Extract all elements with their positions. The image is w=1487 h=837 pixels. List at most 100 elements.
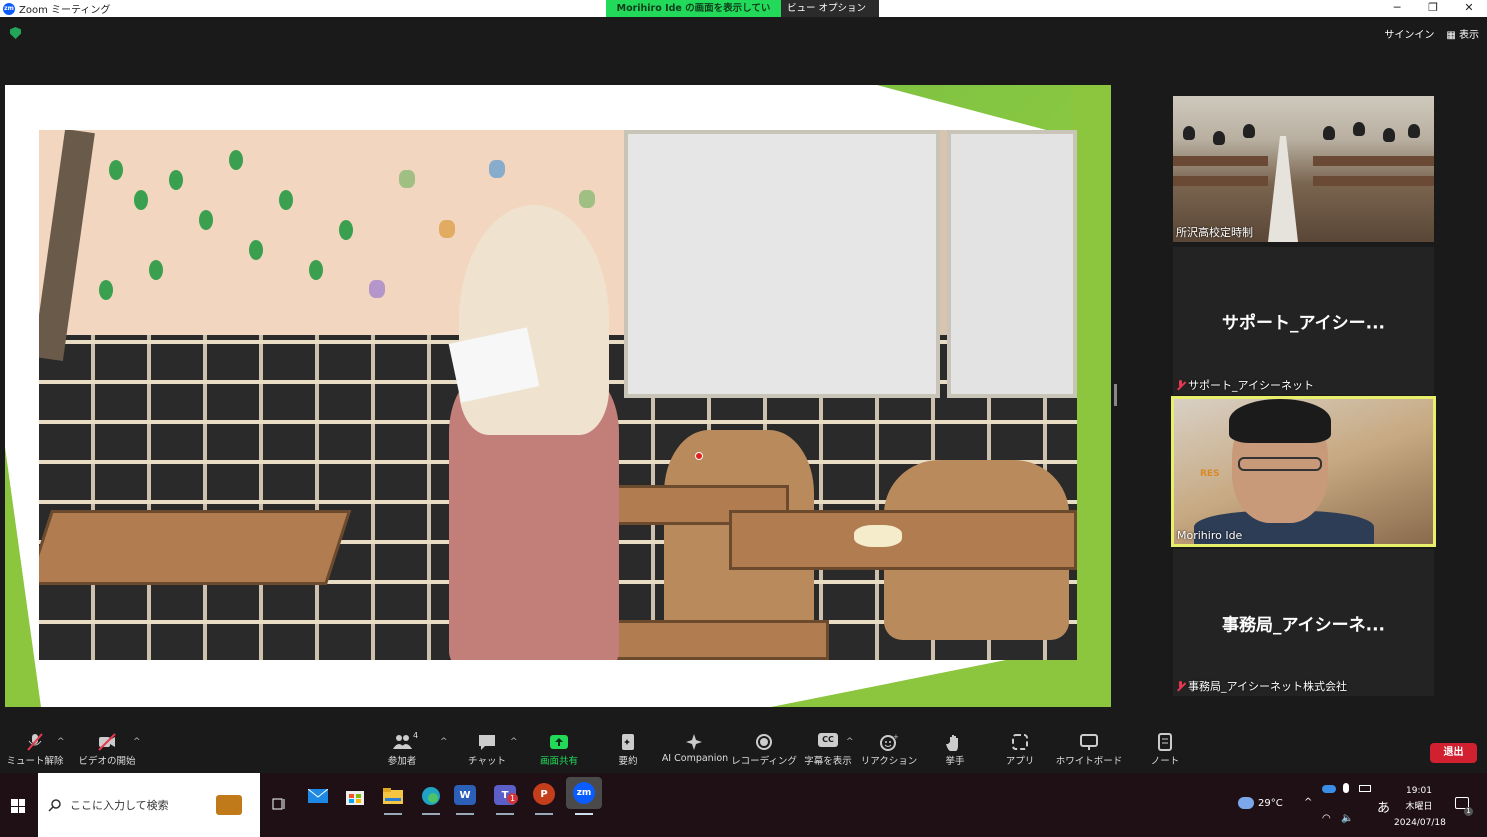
whiteboard-left <box>624 130 940 398</box>
mural-leaf <box>134 190 148 210</box>
wifi-icon[interactable]: ◠ <box>1322 813 1331 824</box>
clock-weekday: 木曜日 <box>1405 802 1433 812</box>
student <box>1243 124 1255 138</box>
word-icon[interactable]: W <box>454 785 476 805</box>
battery-icon[interactable] <box>1359 785 1371 792</box>
close-button[interactable]: ✕ <box>1451 0 1487 17</box>
background-sign: RES <box>1200 469 1220 479</box>
whiteboard-button[interactable]: ホワイトボード <box>1048 733 1130 767</box>
student <box>1213 131 1225 145</box>
taskbar-search-box[interactable]: ここに入力して検索 <box>38 773 260 837</box>
leave-button[interactable]: 退出 <box>1430 743 1477 763</box>
speaker-video: RES <box>1174 399 1433 544</box>
mural-handprint <box>489 160 505 178</box>
mural-leaf <box>149 260 163 280</box>
student <box>1383 128 1395 142</box>
chat-chevron-icon[interactable]: ^ <box>510 737 518 747</box>
ime-indicator[interactable]: あ <box>1377 797 1390 816</box>
mural-leaf <box>249 240 263 260</box>
participants-button[interactable]: 4 参加者 <box>361 731 443 767</box>
security-shield-icon[interactable] <box>10 27 21 39</box>
search-placeholder: ここに入力して検索 <box>70 799 169 812</box>
share-status-label: Morihiro Ide の画面を表示しています <box>606 0 781 31</box>
video-tile-active-speaker[interactable]: RES Morihiro Ide <box>1171 396 1436 547</box>
desk <box>729 510 1077 570</box>
weather-cloud-icon <box>1238 797 1254 809</box>
minimize-button[interactable]: ─ <box>1379 0 1415 17</box>
slide-photo <box>39 130 1077 660</box>
restore-button[interactable]: ❐ <box>1415 0 1451 17</box>
clock-date: 2024/07/18 <box>1394 818 1446 828</box>
mural-leaf <box>99 280 113 300</box>
glasses <box>1238 457 1322 471</box>
weather-widget[interactable]: 29°C <box>1238 797 1283 809</box>
weather-temp: 29°C <box>1258 797 1283 809</box>
mural-leaf <box>109 160 123 180</box>
outlook-mail-icon[interactable] <box>303 781 333 811</box>
volume-icon[interactable]: 🔈 <box>1341 813 1353 824</box>
sparkle-icon <box>686 734 702 750</box>
app-running-indicator <box>575 813 593 815</box>
whiteboard-icon <box>1080 734 1098 750</box>
tile-name: Morihiro Ide <box>1177 529 1242 542</box>
app-running-indicator <box>535 813 553 815</box>
windows-start-icon[interactable] <box>11 799 25 813</box>
powerpoint-icon[interactable]: P <box>533 783 555 805</box>
video-tile[interactable]: サポート_アイシー... サポート_アイシーネット <box>1173 247 1434 395</box>
captions-icon: CC <box>818 733 838 747</box>
summary-icon <box>622 734 634 750</box>
video-off-icon <box>98 733 116 751</box>
microsoft-store-icon[interactable] <box>340 781 370 811</box>
video-tile[interactable]: 事務局_アイシーネ... 事務局_アイシーネット株式会社 <box>1173 549 1434 696</box>
svg-text:+: + <box>893 733 899 741</box>
microphone-icon[interactable] <box>1343 783 1349 793</box>
chat-label: チャット <box>468 756 506 767</box>
student <box>1323 126 1335 140</box>
view-button[interactable]: ▦ 表示 <box>1446 26 1479 41</box>
participants-count: 4 <box>413 731 419 740</box>
sign-in-button[interactable]: サインイン <box>1384 26 1434 41</box>
onedrive-icon[interactable] <box>1322 785 1336 793</box>
video-options-chevron-icon[interactable]: ^ <box>133 737 141 747</box>
mic-muted-icon <box>1176 379 1185 391</box>
zoom-taskbar-icon[interactable]: zm <box>566 777 602 809</box>
unmute-button[interactable]: ミュート解除 <box>0 733 76 767</box>
notes-button[interactable]: ノート <box>1124 733 1206 767</box>
teams-badge: 1 <box>507 793 518 804</box>
video-tile[interactable]: 所沢高校定時制 <box>1173 96 1434 242</box>
shared-screen <box>5 85 1111 707</box>
mural-handprint <box>399 170 415 188</box>
panel-splitter-handle[interactable] <box>1114 384 1117 406</box>
mic-muted-icon <box>27 733 43 751</box>
whiteboard-label: ホワイトボード <box>1055 756 1123 767</box>
participant-display-name: 事務局_アイシーネ... <box>1221 615 1386 635</box>
edge-browser-icon[interactable] <box>416 781 446 811</box>
show-hidden-icons-chevron-icon[interactable]: ^ <box>1304 797 1312 808</box>
start-video-label: ビデオの開始 <box>78 756 136 767</box>
participant-name: 事務局_アイシーネット株式会社 <box>1188 680 1347 693</box>
notification-count-badge: 1 <box>1464 807 1473 816</box>
participant-name: 所沢高校定時制 <box>1176 226 1253 239</box>
veil <box>459 205 609 435</box>
student <box>1183 126 1195 140</box>
tile-name: 事務局_アイシーネット株式会社 <box>1176 678 1347 694</box>
student <box>1353 122 1365 136</box>
participants-icon <box>393 735 412 749</box>
zoom-logo-icon: zm <box>3 2 15 15</box>
task-view-icon[interactable] <box>272 797 286 811</box>
speaker-student <box>439 205 624 660</box>
unmute-label: ミュート解除 <box>6 756 64 767</box>
window-controls: ─ ❐ ✕ <box>1379 0 1487 17</box>
view-options-button[interactable]: ビュー オプション ⌄ <box>781 0 879 31</box>
notes-icon <box>1158 733 1172 751</box>
tile-name: サポート_アイシーネット <box>1176 377 1314 393</box>
window-title: Zoom ミーティング <box>19 5 111 16</box>
mural-leaf <box>199 210 213 230</box>
clock[interactable]: 19:01 木曜日 2024/07/18 <box>1394 783 1446 831</box>
mural-handprint <box>369 280 385 298</box>
briefcase-icon <box>216 795 242 815</box>
audio-options-chevron-icon[interactable]: ^ <box>57 737 65 747</box>
file-explorer-icon[interactable] <box>378 781 408 811</box>
search-icon <box>48 799 61 812</box>
meeting-toolbar: ミュート解除 ^ ビデオの開始 ^ 4 参加者 ^ チャット ^ 画面共有 要約… <box>0 729 1487 773</box>
